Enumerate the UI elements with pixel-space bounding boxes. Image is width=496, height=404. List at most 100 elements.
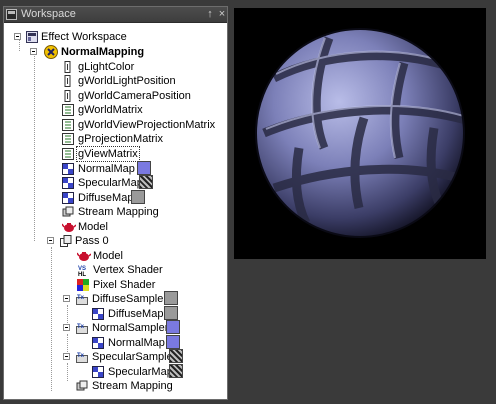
- render-viewport[interactable]: [234, 8, 486, 259]
- tree-label-texture: DiffuseMap: [78, 192, 134, 204]
- texture-icon: [92, 337, 104, 349]
- tree-node-pixel-shader[interactable]: Pixel Shader: [4, 278, 224, 292]
- normal-map-thumbnail: [137, 161, 151, 175]
- collapse-pass-toggle[interactable]: [47, 237, 54, 244]
- vector-param-icon: [64, 61, 71, 73]
- tree-node-param[interactable]: gWorldCameraPosition: [4, 89, 224, 103]
- specular-map-thumbnail: [169, 364, 183, 378]
- tree-node-pass-model[interactable]: Model: [4, 249, 224, 263]
- tree-label-param: gWorldViewProjectionMatrix: [78, 119, 216, 131]
- tree-node-effect[interactable]: NormalMapping: [4, 45, 224, 59]
- tree-label-param: gWorldMatrix: [78, 104, 143, 116]
- tree-label-sampler-texture: SpecularMap: [108, 366, 173, 378]
- tree-label-param: gWorldLightPosition: [78, 75, 176, 87]
- vector-param-icon: [64, 90, 71, 102]
- pass-icon: [60, 235, 72, 247]
- tree-node-sampler-texture[interactable]: NormalMap: [4, 335, 224, 350]
- tree-node-model[interactable]: Model: [4, 220, 224, 234]
- tree-node-param[interactable]: gWorldViewProjectionMatrix: [4, 118, 224, 132]
- teapot-icon: [77, 252, 91, 261]
- workspace-panel: Workspace ↑ × Effect Workspace NormalMap…: [3, 6, 228, 400]
- workspace-tree: Effect Workspace NormalMapping gLightCol…: [4, 23, 227, 399]
- tree-label-model: Model: [78, 221, 108, 233]
- matrix-param-icon: [62, 148, 74, 160]
- tree-label-sampler: DiffuseSampler: [92, 293, 167, 305]
- diffuse-map-thumbnail: [164, 306, 178, 320]
- tree-label-param: gWorldCameraPosition: [78, 90, 191, 102]
- close-icon[interactable]: ×: [216, 7, 228, 22]
- tree-node-stream-mapping[interactable]: Stream Mapping: [4, 205, 224, 219]
- tree-node-root[interactable]: Effect Workspace: [4, 30, 224, 44]
- tree-node-sampler[interactable]: Tx NormalSampler: [4, 320, 224, 335]
- tree-node-pass[interactable]: Pass 0: [4, 234, 224, 248]
- tree-node-vertex-shader[interactable]: VS HL Vertex Shader: [4, 263, 224, 277]
- collapse-sampler-toggle[interactable]: [63, 353, 70, 360]
- window-title: Workspace: [21, 8, 76, 20]
- vertex-shader-icon: VSHL: [77, 264, 89, 276]
- texture-icon: [92, 366, 104, 378]
- tree-label-param: gLightColor: [78, 61, 135, 73]
- sampler-icon: Tx: [76, 295, 88, 305]
- tree-node-param-selected[interactable]: gViewMatrix: [4, 146, 224, 162]
- matrix-param-icon: [62, 133, 74, 145]
- tree-label-stream-mapping: Stream Mapping: [78, 206, 159, 218]
- svg-text:HL: HL: [78, 272, 86, 276]
- texture-icon: [62, 192, 74, 204]
- tree-label-vertex-shader: Vertex Shader: [93, 264, 163, 276]
- diffuse-map-thumbnail: [131, 190, 145, 204]
- tree-label-pass: Pass 0: [75, 235, 109, 247]
- effect-icon: [44, 45, 58, 59]
- tree-label-texture: NormalMap: [78, 163, 135, 175]
- texture-icon: [62, 177, 74, 189]
- effect-workspace-icon: [26, 31, 38, 43]
- tree-node-texture[interactable]: SpecularMap: [4, 175, 224, 190]
- tree-label-param: gProjectionMatrix: [78, 133, 163, 145]
- tree-node-sampler-texture[interactable]: DiffuseMap: [4, 306, 224, 321]
- tree-label-pixel-shader: Pixel Shader: [93, 279, 156, 291]
- tree-label-param: gViewMatrix: [76, 146, 140, 162]
- svg-text:Tx: Tx: [77, 353, 85, 359]
- tree-label-sampler: SpecularSampler: [92, 351, 177, 363]
- tree-label-texture: SpecularMap: [78, 177, 143, 189]
- tree-label-effect: NormalMapping: [61, 46, 145, 58]
- tree-label-pass-stream-mapping: Stream Mapping: [92, 380, 173, 392]
- stream-mapping-icon: [62, 206, 74, 217]
- diffuse-map-thumbnail: [164, 291, 178, 305]
- svg-text:Tx: Tx: [77, 295, 85, 301]
- svg-text:Tx: Tx: [77, 324, 85, 330]
- tree-node-sampler-texture[interactable]: SpecularMap: [4, 364, 224, 379]
- tree-node-texture[interactable]: NormalMap: [4, 161, 224, 176]
- tree-label-pass-model: Model: [93, 250, 123, 262]
- tree-node-sampler[interactable]: Tx DiffuseSampler: [4, 291, 224, 306]
- texture-icon: [62, 163, 74, 175]
- normal-map-thumbnail: [166, 335, 180, 349]
- tree-label-root: Effect Workspace: [41, 31, 127, 43]
- tree-node-param[interactable]: gLightColor: [4, 60, 224, 74]
- normal-mapped-sphere: [234, 8, 486, 259]
- specular-map-thumbnail: [139, 175, 153, 189]
- tree-node-pass-stream-mapping[interactable]: Stream Mapping: [4, 379, 224, 393]
- workspace-titlebar: Workspace ↑ ×: [4, 7, 227, 23]
- collapse-root-toggle[interactable]: [14, 33, 21, 40]
- matrix-param-icon: [62, 119, 74, 131]
- tree-node-param[interactable]: gWorldMatrix: [4, 103, 224, 117]
- matrix-param-icon: [62, 104, 74, 116]
- tree-node-param[interactable]: gProjectionMatrix: [4, 132, 224, 146]
- collapse-sampler-toggle[interactable]: [63, 324, 70, 331]
- tree-node-param[interactable]: gWorldLightPosition: [4, 74, 224, 88]
- texture-icon: [92, 308, 104, 320]
- pin-icon[interactable]: ↑: [204, 7, 216, 22]
- tree-label-sampler-texture: NormalMap: [108, 337, 165, 349]
- stream-mapping-icon: [76, 380, 88, 391]
- pixel-shader-icon: [77, 279, 89, 291]
- collapse-effect-toggle[interactable]: [30, 48, 37, 55]
- tree-node-sampler[interactable]: Tx SpecularSampler: [4, 349, 224, 364]
- vector-param-icon: [64, 75, 71, 87]
- normal-map-thumbnail: [166, 320, 180, 334]
- tree-node-texture[interactable]: DiffuseMap: [4, 190, 224, 205]
- collapse-sampler-toggle[interactable]: [63, 295, 70, 302]
- tree-label-sampler: NormalSampler: [92, 322, 169, 334]
- sampler-icon: Tx: [76, 324, 88, 334]
- specular-map-thumbnail: [169, 349, 183, 363]
- workspace-icon: [6, 9, 17, 20]
